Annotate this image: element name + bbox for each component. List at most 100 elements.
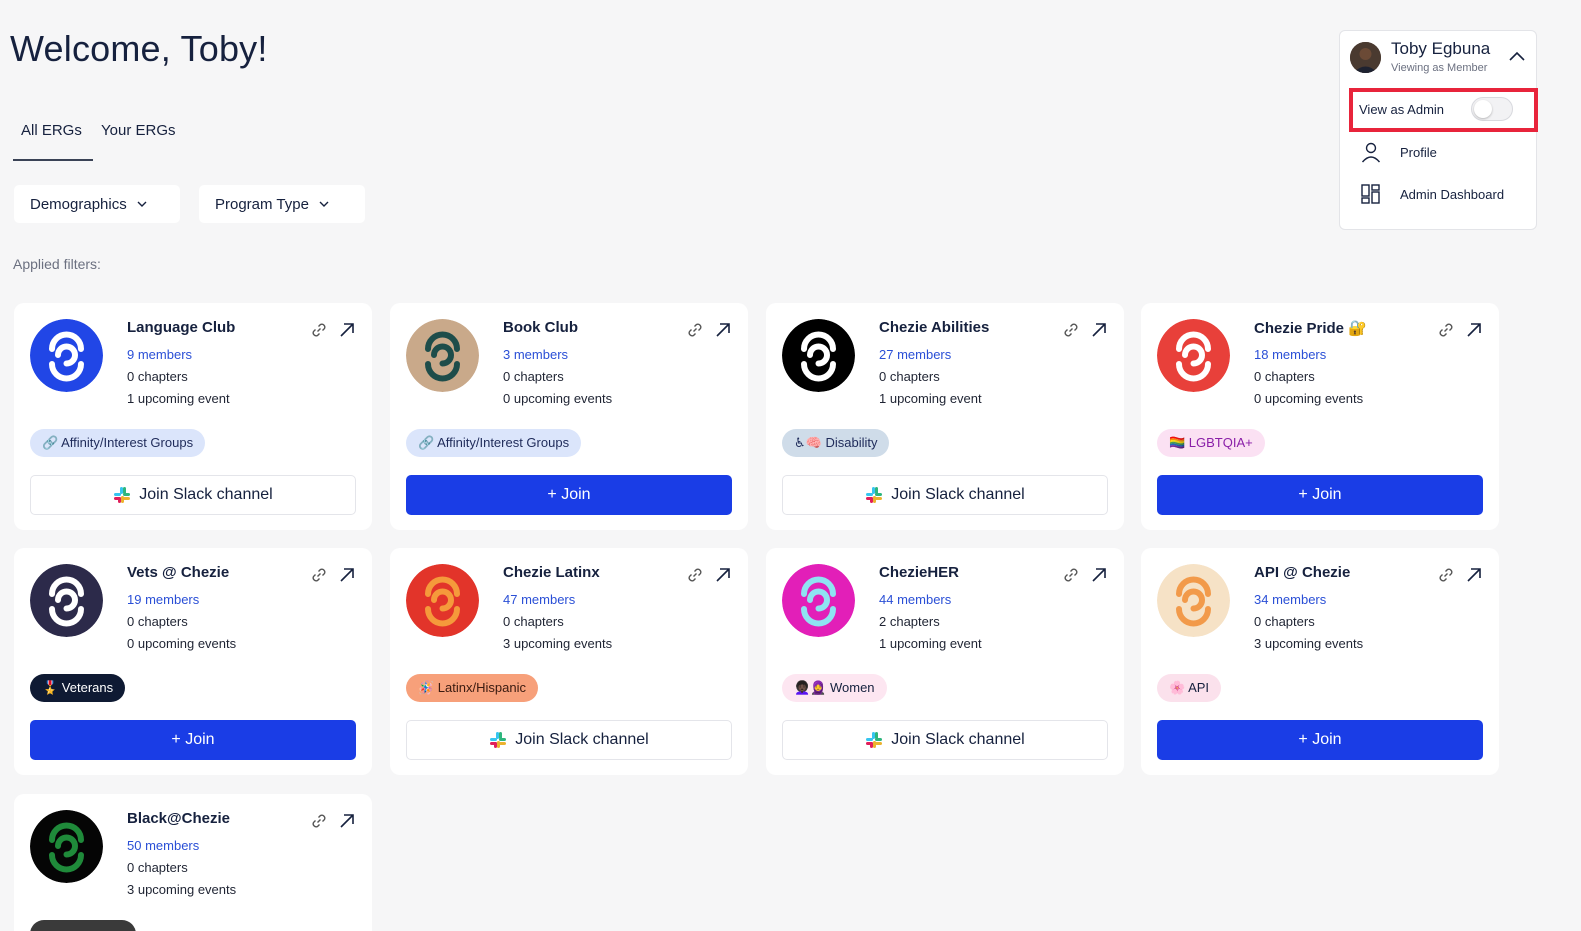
erg-card[interactable]: Book Club 3 members 0 chapters 0 upcoming e… bbox=[390, 303, 748, 530]
page-scrollbar[interactable] bbox=[1568, 0, 1581, 931]
chevron-up-icon[interactable] bbox=[1508, 50, 1526, 62]
erg-members-link[interactable]: 34 members bbox=[1254, 592, 1326, 607]
link-icon[interactable] bbox=[1437, 321, 1455, 339]
erg-chapters-count: 0 chapters bbox=[127, 614, 188, 629]
erg-title: Chezie Abilities bbox=[879, 319, 990, 336]
tab-all-ergs[interactable]: All ERGs bbox=[13, 118, 93, 161]
slack-icon bbox=[114, 487, 131, 503]
erg-card-actions bbox=[1437, 566, 1483, 584]
erg-category-tag: 🌸 API bbox=[1157, 674, 1222, 702]
erg-category-tag: 🔗 Affinity/Interest Groups bbox=[406, 429, 582, 457]
erg-members-link[interactable]: 19 members bbox=[127, 592, 199, 607]
erg-logo-graphic bbox=[1157, 319, 1230, 392]
view-as-admin-row: View as Admin bbox=[1349, 88, 1538, 132]
erg-logo-graphic bbox=[782, 319, 855, 392]
erg-logo-graphic bbox=[30, 319, 103, 392]
join-button[interactable]: + Join bbox=[1157, 475, 1483, 515]
link-icon[interactable] bbox=[1437, 566, 1455, 584]
erg-logo bbox=[406, 319, 479, 392]
external-arrow-icon[interactable] bbox=[1090, 566, 1108, 584]
join-slack-button[interactable]: Join Slack channel bbox=[782, 720, 1108, 760]
erg-category-tag: 🪅 Latinx/Hispanic bbox=[406, 674, 538, 702]
external-arrow-icon[interactable] bbox=[714, 566, 732, 584]
link-icon[interactable] bbox=[310, 321, 328, 339]
erg-card[interactable]: API @ Chezie 34 members 0 chapters 3 upcomi… bbox=[1141, 548, 1499, 775]
erg-tabs: All ERGs Your ERGs bbox=[13, 118, 183, 161]
external-arrow-icon[interactable] bbox=[338, 566, 356, 584]
menu-item-admin-dashboard-label: Admin Dashboard bbox=[1400, 186, 1505, 202]
erg-title: Black@Chezie bbox=[127, 810, 231, 827]
erg-chapters-count: 0 chapters bbox=[1254, 614, 1315, 629]
demographics-filter[interactable]: Demographics bbox=[14, 185, 180, 223]
link-icon[interactable] bbox=[686, 321, 704, 339]
erg-logo-graphic bbox=[1157, 564, 1230, 637]
avatar[interactable] bbox=[1350, 42, 1381, 73]
link-icon[interactable] bbox=[310, 812, 328, 830]
avatar-image bbox=[1350, 42, 1381, 73]
erg-card-actions bbox=[1062, 566, 1108, 584]
erg-category-tag: 👩🏿‍🦱🧕 Women bbox=[782, 674, 887, 702]
erg-events-count: 1 upcoming event bbox=[127, 391, 230, 406]
link-icon[interactable] bbox=[686, 566, 704, 584]
erg-title: Language Club bbox=[127, 319, 236, 336]
join-slack-button[interactable]: Join Slack channel bbox=[406, 720, 732, 760]
erg-title: API @ Chezie bbox=[1254, 564, 1351, 581]
link-icon[interactable] bbox=[1062, 566, 1080, 584]
external-arrow-icon[interactable] bbox=[1465, 321, 1483, 339]
erg-card[interactable]: Black@Chezie 50 members 0 chapters 3 upcomi… bbox=[14, 794, 372, 931]
erg-card[interactable]: ChezieHER 44 members 2 chapters 1 upcoming … bbox=[766, 548, 1124, 775]
erg-card[interactable]: Chezie Latinx 47 members 0 chapters 3 upcom… bbox=[390, 548, 748, 775]
external-arrow-icon[interactable] bbox=[1090, 321, 1108, 339]
erg-category-tag: 🎖️ Veterans bbox=[30, 674, 126, 702]
erg-card[interactable]: Chezie Pride 🔐 18 members 0 chapters 0 upco… bbox=[1141, 303, 1499, 530]
join-slack-label: Join Slack channel bbox=[139, 486, 273, 503]
erg-members-link[interactable]: 18 members bbox=[1254, 347, 1326, 362]
erg-logo bbox=[406, 564, 479, 637]
external-arrow-icon[interactable] bbox=[338, 321, 356, 339]
erg-members-link[interactable]: 3 members bbox=[503, 347, 568, 362]
erg-title: ChezieHER bbox=[879, 564, 960, 581]
erg-card[interactable]: Vets @ Chezie 19 members 0 chapters 0 upcom… bbox=[14, 548, 372, 775]
erg-title: Chezie Latinx bbox=[503, 564, 600, 581]
external-arrow-icon[interactable] bbox=[1465, 566, 1483, 584]
erg-title: Vets @ Chezie bbox=[127, 564, 230, 581]
external-arrow-icon[interactable] bbox=[714, 321, 732, 339]
erg-events-count: 3 upcoming events bbox=[127, 882, 237, 897]
menu-item-profile[interactable]: Profile bbox=[1360, 139, 1437, 165]
erg-members-link[interactable]: 44 members bbox=[879, 592, 951, 607]
erg-title: Book Club bbox=[503, 319, 578, 336]
link-icon[interactable] bbox=[1062, 321, 1080, 339]
erg-members-link[interactable]: 27 members bbox=[879, 347, 951, 362]
filter-bar: Demographics Program Type bbox=[14, 185, 365, 223]
erg-events-count: 1 upcoming event bbox=[879, 391, 982, 406]
erg-events-count: 3 upcoming events bbox=[1254, 636, 1364, 651]
welcome-heading: Welcome, Toby! bbox=[10, 28, 268, 69]
erg-logo bbox=[30, 810, 103, 883]
external-arrow-icon[interactable] bbox=[338, 812, 356, 830]
erg-members-link[interactable]: 9 members bbox=[127, 347, 192, 362]
erg-card-actions bbox=[1437, 321, 1483, 339]
join-button[interactable]: + Join bbox=[1157, 720, 1483, 760]
join-slack-button[interactable]: Join Slack channel bbox=[782, 475, 1108, 515]
erg-card-actions bbox=[686, 321, 732, 339]
erg-events-count: 0 upcoming events bbox=[127, 636, 237, 651]
erg-chapters-count: 0 chapters bbox=[127, 860, 188, 875]
erg-card[interactable]: Chezie Abilities 27 members 0 chapters 1 up… bbox=[766, 303, 1124, 530]
tab-your-ergs[interactable]: Your ERGs bbox=[93, 118, 183, 161]
join-slack-button[interactable]: Join Slack channel bbox=[30, 475, 356, 515]
join-slack-label: Join Slack channel bbox=[515, 731, 649, 748]
menu-item-admin-dashboard[interactable]: Admin Dashboard bbox=[1360, 181, 1504, 207]
erg-members-link[interactable]: 50 members bbox=[127, 838, 199, 853]
erg-members-link[interactable]: 47 members bbox=[503, 592, 575, 607]
erg-card[interactable]: Language Club 9 members 0 chapters 1 upcomi… bbox=[14, 303, 372, 530]
view-as-admin-toggle[interactable] bbox=[1471, 97, 1513, 121]
user-name: Toby Egbuna bbox=[1391, 39, 1491, 58]
erg-category-tag: 🔗 Affinity/Interest Groups bbox=[30, 429, 206, 457]
program-type-filter[interactable]: Program Type bbox=[199, 185, 365, 223]
join-button[interactable]: + Join bbox=[30, 720, 356, 760]
erg-chapters-count: 0 chapters bbox=[503, 614, 564, 629]
erg-events-count: 3 upcoming events bbox=[503, 636, 613, 651]
join-button[interactable]: + Join bbox=[406, 475, 732, 515]
link-icon[interactable] bbox=[310, 566, 328, 584]
erg-category-tag-partial bbox=[30, 920, 136, 931]
